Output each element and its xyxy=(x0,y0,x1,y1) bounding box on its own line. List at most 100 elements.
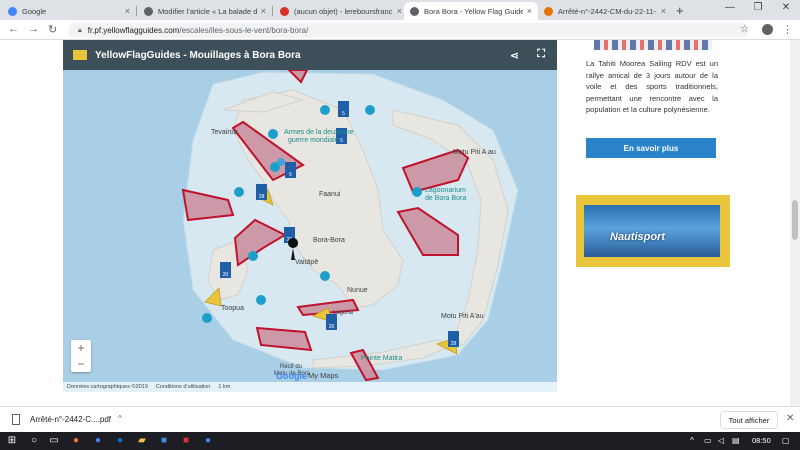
wordpress-icon xyxy=(144,6,153,16)
file-icon xyxy=(12,414,20,425)
tab-label: Modifier l'article « La balade d xyxy=(158,6,257,16)
map-embed[interactable]: YellowFlagGuides - Mouillages à Bora Bor… xyxy=(63,40,557,392)
marker-label: 20 xyxy=(223,272,229,278)
edge-icon[interactable]: ● xyxy=(114,435,126,447)
zoom-in-button[interactable]: + xyxy=(71,340,91,356)
tab-bora-bora[interactable]: Bora Bora - Yellow Flag Guide × xyxy=(404,2,538,20)
yellowflag-logo xyxy=(73,50,87,60)
marker-label: 5 xyxy=(342,111,345,117)
tab-modifier-article[interactable]: Modifier l'article « La balade d × xyxy=(138,2,272,20)
map-data-credit: Données cartographiques ©2019 xyxy=(67,384,148,390)
marker-label: 20 xyxy=(329,324,335,330)
reload-icon[interactable]: ↻ xyxy=(48,23,57,36)
chrome-active-icon[interactable]: ● xyxy=(202,435,214,447)
close-icon[interactable]: × xyxy=(397,6,402,16)
close-icon[interactable]: × xyxy=(125,6,130,16)
terms-link[interactable]: Conditions d'utilisation xyxy=(156,384,211,390)
place-label: Motu Piti A au xyxy=(453,149,496,156)
gmail-icon xyxy=(280,6,289,16)
profile-avatar[interactable] xyxy=(762,24,773,35)
place-label: Pointe Matira xyxy=(361,355,402,362)
scale-label: 1 km xyxy=(218,384,231,390)
page-scrollbar[interactable] xyxy=(790,40,800,406)
chevron-up-icon[interactable]: ^ xyxy=(118,414,122,423)
download-filename[interactable]: Arrêté-n°-2442-C....pdf xyxy=(30,415,111,424)
fullscreen-icon[interactable]: ⛶ xyxy=(537,48,545,61)
poi-marker[interactable] xyxy=(320,105,330,115)
poi-marker[interactable] xyxy=(202,313,212,323)
poi-marker[interactable] xyxy=(268,129,278,139)
place-label: Laguna xyxy=(333,310,354,316)
place-label: Lagoonarium xyxy=(425,187,466,194)
scrollbar-thumb[interactable] xyxy=(792,200,798,240)
firefox-icon[interactable]: ● xyxy=(70,435,82,447)
map-footer: Données cartographiques ©2019 Conditions… xyxy=(63,382,557,392)
learn-more-button[interactable]: En savoir plus xyxy=(586,138,716,158)
tab-gmail[interactable]: (aucun objet) - lereboursfranc × xyxy=(274,2,408,20)
app-icon[interactable]: ■ xyxy=(180,435,192,447)
search-icon[interactable]: ○ xyxy=(28,435,40,447)
downloads-bar: Arrêté-n°-2442-C....pdf ^ Tout afficher … xyxy=(0,406,800,432)
lock-icon: 🔒︎ xyxy=(78,26,82,34)
place-label: guerre mondiale xyxy=(288,137,339,144)
close-window-icon[interactable]: ✕ xyxy=(772,2,800,13)
volume-icon[interactable]: ◁ xyxy=(718,436,724,445)
tab-label: Google xyxy=(22,6,47,16)
browser-menu-icon[interactable]: ⋮ xyxy=(782,23,793,36)
close-icon[interactable]: × xyxy=(661,6,666,16)
store-icon[interactable]: ■ xyxy=(158,435,170,447)
poi-marker[interactable] xyxy=(277,158,285,166)
minimize-icon[interactable]: — xyxy=(716,2,744,13)
bookmark-star-icon[interactable]: ☆ xyxy=(740,24,749,35)
place-label: Faanui xyxy=(319,191,341,198)
zoom-out-button[interactable]: − xyxy=(71,356,91,372)
tab-label: (aucun objet) - lereboursfranc xyxy=(294,6,393,16)
taskbar: ⊞ ○ ▭ ● ● ● ▰ ■ ■ ● ^ ▭ ◁ ▤ 08:50 ▢ xyxy=(0,432,800,450)
show-all-button[interactable]: Tout afficher xyxy=(720,411,778,429)
tab-arrete[interactable]: Arrêté-n°-2442-CM-du-22-11- × xyxy=(538,2,672,20)
clock[interactable]: 08:50 xyxy=(752,436,771,445)
url-host: fr.pf.yellowflagguides.com xyxy=(87,26,180,35)
chrome-icon[interactable]: ● xyxy=(92,435,104,447)
poi-marker[interactable] xyxy=(256,295,266,305)
close-icon[interactable]: × xyxy=(261,6,266,16)
tab-divider xyxy=(272,6,273,16)
banner-brand: Nautisport xyxy=(610,231,665,243)
task-view-icon[interactable]: ▭ xyxy=(48,435,60,447)
place-label: Bora-Bora xyxy=(313,237,345,244)
network-icon[interactable]: ▭ xyxy=(704,436,712,445)
map-canvas[interactable]: 5 5 28 20 20 20 29 5 xyxy=(63,70,557,382)
url-path: /escales/iles-sous-le-vent/bora-bora/ xyxy=(179,26,309,35)
tab-divider xyxy=(136,6,137,16)
place-label: Toopua xyxy=(221,305,244,312)
close-icon[interactable]: × xyxy=(527,6,532,16)
new-tab-button[interactable]: + xyxy=(676,3,684,18)
forward-icon[interactable]: → xyxy=(28,23,39,35)
restore-icon[interactable]: ❐ xyxy=(744,2,772,13)
nautisport-banner[interactable]: Nautisport xyxy=(576,195,730,267)
marker-label: 29 xyxy=(451,341,457,347)
notifications-icon[interactable]: ▢ xyxy=(782,436,790,445)
poi-marker[interactable] xyxy=(412,187,422,197)
windows-start-icon[interactable]: ⊞ xyxy=(6,435,18,447)
tab-google[interactable]: Google × xyxy=(2,2,136,20)
mymaps-label: My Maps xyxy=(308,371,339,380)
page-content: YellowFlagGuides - Mouillages à Bora Bor… xyxy=(0,40,790,406)
poi-marker[interactable] xyxy=(365,105,375,115)
language-icon[interactable]: ▤ xyxy=(732,436,740,445)
share-icon[interactable]: ⋖ xyxy=(510,49,519,62)
poi-marker[interactable] xyxy=(320,271,330,281)
close-icon[interactable]: ✕ xyxy=(786,413,794,424)
tab-label: Bora Bora - Yellow Flag Guide xyxy=(424,6,523,16)
back-icon[interactable]: ← xyxy=(8,23,19,35)
poi-marker[interactable] xyxy=(248,251,258,261)
google-icon xyxy=(8,6,17,16)
rally-description: La Tahiti Moorea Sailing RDV est un rall… xyxy=(586,59,718,114)
address-bar[interactable]: 🔒︎ fr.pf.yellowflagguides.com /escales/i… xyxy=(68,23,748,38)
folder-icon[interactable]: ▰ xyxy=(136,435,148,447)
sponsor-logos xyxy=(594,40,712,50)
globe-icon xyxy=(410,6,419,16)
chevron-up-icon[interactable]: ^ xyxy=(690,436,694,445)
place-label: Armes de la deuxième xyxy=(284,129,354,136)
poi-marker[interactable] xyxy=(234,187,244,197)
